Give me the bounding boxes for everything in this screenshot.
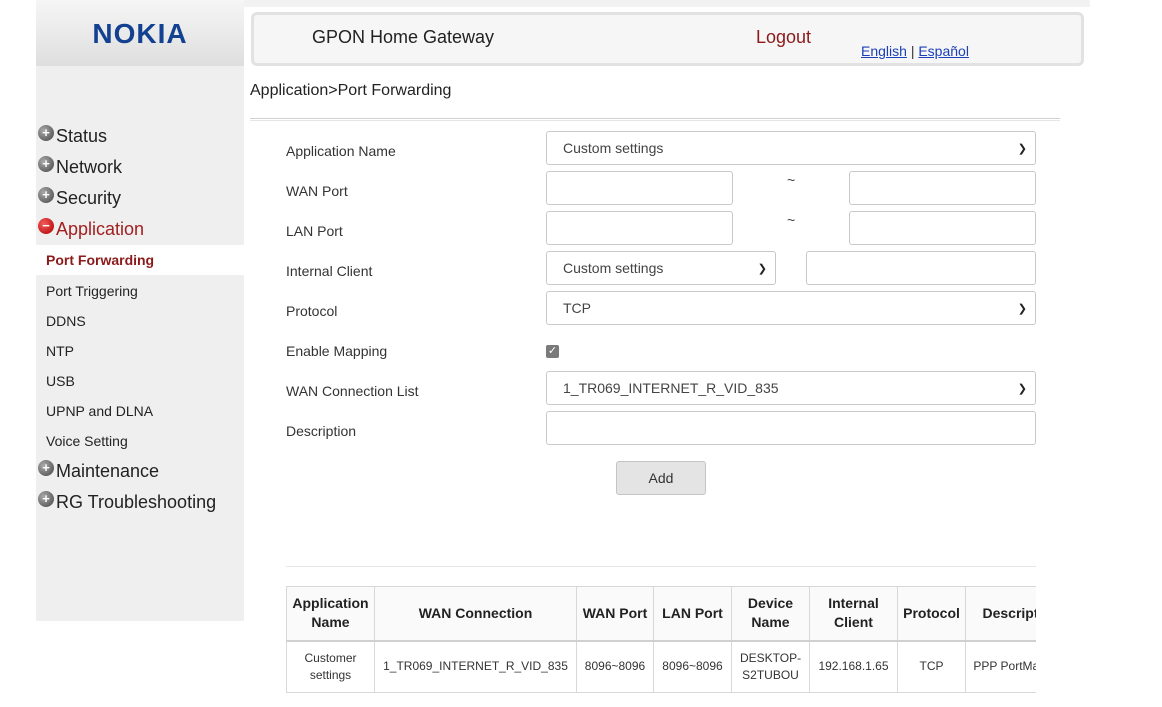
left-panel: NOKIA + Status + Network + Security − Ap… xyxy=(36,0,244,621)
lang-separator: | xyxy=(910,43,915,59)
sidebar-item-ntp[interactable]: NTP xyxy=(36,336,244,366)
checkmark-icon: ✓ xyxy=(547,345,558,357)
menu-application[interactable]: − Application xyxy=(38,215,144,243)
plus-circle-icon: + xyxy=(38,125,54,141)
wan-connection-value: 1_TR069_INTERNET_R_VID_835 xyxy=(563,380,779,396)
breadcrumb-divider xyxy=(250,118,1060,121)
logo-area: NOKIA xyxy=(36,0,244,66)
wan-connection-label: WAN Connection List xyxy=(286,383,419,399)
sidebar-item-ddns[interactable]: DDNS xyxy=(36,306,244,336)
port-forwarding-table: Application Name WAN Connection WAN Port… xyxy=(286,586,1036,694)
cell-application-name: Customer settings xyxy=(286,640,375,693)
chevron-down-icon: ❯ xyxy=(1017,383,1027,395)
sidebar-item-port-triggering[interactable]: Port Triggering xyxy=(36,276,244,306)
lan-port-to-input[interactable] xyxy=(849,211,1036,245)
menu-maintenance-label: Maintenance xyxy=(56,460,160,481)
sidebar-item-usb[interactable]: USB xyxy=(36,366,244,396)
menu-application-label: Application xyxy=(56,218,145,239)
menu-status[interactable]: + Status xyxy=(38,122,107,150)
internal-client-label: Internal Client xyxy=(286,263,373,279)
col-internal-client: Internal Client xyxy=(809,586,898,642)
description-label: Description xyxy=(286,423,357,439)
enable-mapping-label: Enable Mapping xyxy=(286,343,388,359)
menu-security-label: Security xyxy=(56,187,122,208)
col-application-name: Application Name xyxy=(286,586,375,642)
sidebar-item-port-forwarding[interactable]: Port Forwarding xyxy=(36,245,244,275)
plus-circle-icon: + xyxy=(38,187,54,203)
gateway-title: GPON Home Gateway xyxy=(312,27,495,47)
lan-port-tilde: ~ xyxy=(787,212,796,228)
menu-rg-troubleshooting-label: RG Troubleshooting xyxy=(56,491,217,512)
logout-link[interactable]: Logout xyxy=(756,27,811,48)
menu-security[interactable]: + Security xyxy=(38,184,121,212)
sidebar-item-upnp-dlna[interactable]: UPNP and DLNA xyxy=(36,396,244,426)
app-name-value: Custom settings xyxy=(563,140,664,156)
table-row[interactable]: Customer settings 1_TR069_INTERNET_R_VID… xyxy=(286,640,1036,693)
table-header-row: Application Name WAN Connection WAN Port… xyxy=(286,586,1036,642)
sidebar-item-voice-setting[interactable]: Voice Setting xyxy=(36,426,244,456)
wan-port-to-input[interactable] xyxy=(849,171,1036,205)
lang-espanol-link[interactable]: Español xyxy=(918,43,969,59)
menu-network-label: Network xyxy=(56,156,123,177)
col-lan-port: LAN Port xyxy=(653,586,732,642)
lang-english-link[interactable]: English xyxy=(861,43,907,59)
app-name-label: Application Name xyxy=(286,143,396,159)
cell-protocol: TCP xyxy=(897,640,966,693)
top-bar xyxy=(244,0,1090,7)
cell-lan-port: 8096~8096 xyxy=(653,640,732,693)
cell-internal-client: 192.168.1.65 xyxy=(809,640,898,693)
chevron-down-icon: ❯ xyxy=(757,263,767,275)
chevron-down-icon: ❯ xyxy=(1017,303,1027,315)
plus-circle-icon: + xyxy=(38,156,54,172)
description-input[interactable] xyxy=(546,411,1036,445)
menu-maintenance[interactable]: + Maintenance xyxy=(38,457,159,485)
language-switcher: English | Español xyxy=(861,43,969,59)
wan-port-label: WAN Port xyxy=(286,183,348,199)
cell-wan-port: 8096~8096 xyxy=(576,640,654,693)
menu-rg-troubleshooting[interactable]: + RG Troubleshooting xyxy=(38,488,216,516)
wan-port-tilde: ~ xyxy=(787,172,796,188)
cell-description: PPP PortMapping xyxy=(965,640,1036,693)
internal-client-ip-input[interactable] xyxy=(806,251,1036,285)
protocol-value: TCP xyxy=(563,300,591,316)
internal-client-select[interactable]: Custom settings ❯ xyxy=(546,251,776,285)
col-wan-connection: WAN Connection xyxy=(374,586,577,642)
nokia-logo: NOKIA xyxy=(92,18,188,49)
enable-mapping-checkbox[interactable]: ✓ xyxy=(546,345,559,358)
app-name-select[interactable]: Custom settings ❯ xyxy=(546,131,1036,165)
internal-client-value: Custom settings xyxy=(563,260,664,276)
col-wan-port: WAN Port xyxy=(576,586,654,642)
menu-status-label: Status xyxy=(56,125,108,146)
protocol-label: Protocol xyxy=(286,303,338,319)
plus-circle-icon: + xyxy=(38,491,54,507)
protocol-select[interactable]: TCP ❯ xyxy=(546,291,1036,325)
plus-circle-icon: + xyxy=(38,460,54,476)
col-protocol: Protocol xyxy=(897,586,966,642)
cell-wan-connection: 1_TR069_INTERNET_R_VID_835 xyxy=(374,640,577,693)
col-description: Description xyxy=(965,586,1036,642)
breadcrumb: Application>Port Forwarding xyxy=(250,82,452,99)
minus-circle-icon: − xyxy=(38,218,54,234)
wan-port-from-input[interactable] xyxy=(546,171,733,205)
col-device-name: Device Name xyxy=(731,586,810,642)
cell-device-name: DESKTOP-S2TUBOU xyxy=(731,640,810,693)
section-divider xyxy=(286,566,1036,567)
menu-network[interactable]: + Network xyxy=(38,153,122,181)
lan-port-from-input[interactable] xyxy=(546,211,733,245)
wan-connection-select[interactable]: 1_TR069_INTERNET_R_VID_835 ❯ xyxy=(546,371,1036,405)
lan-port-label: LAN Port xyxy=(286,223,343,239)
chevron-down-icon: ❯ xyxy=(1017,143,1027,155)
add-button[interactable]: Add xyxy=(616,461,706,495)
